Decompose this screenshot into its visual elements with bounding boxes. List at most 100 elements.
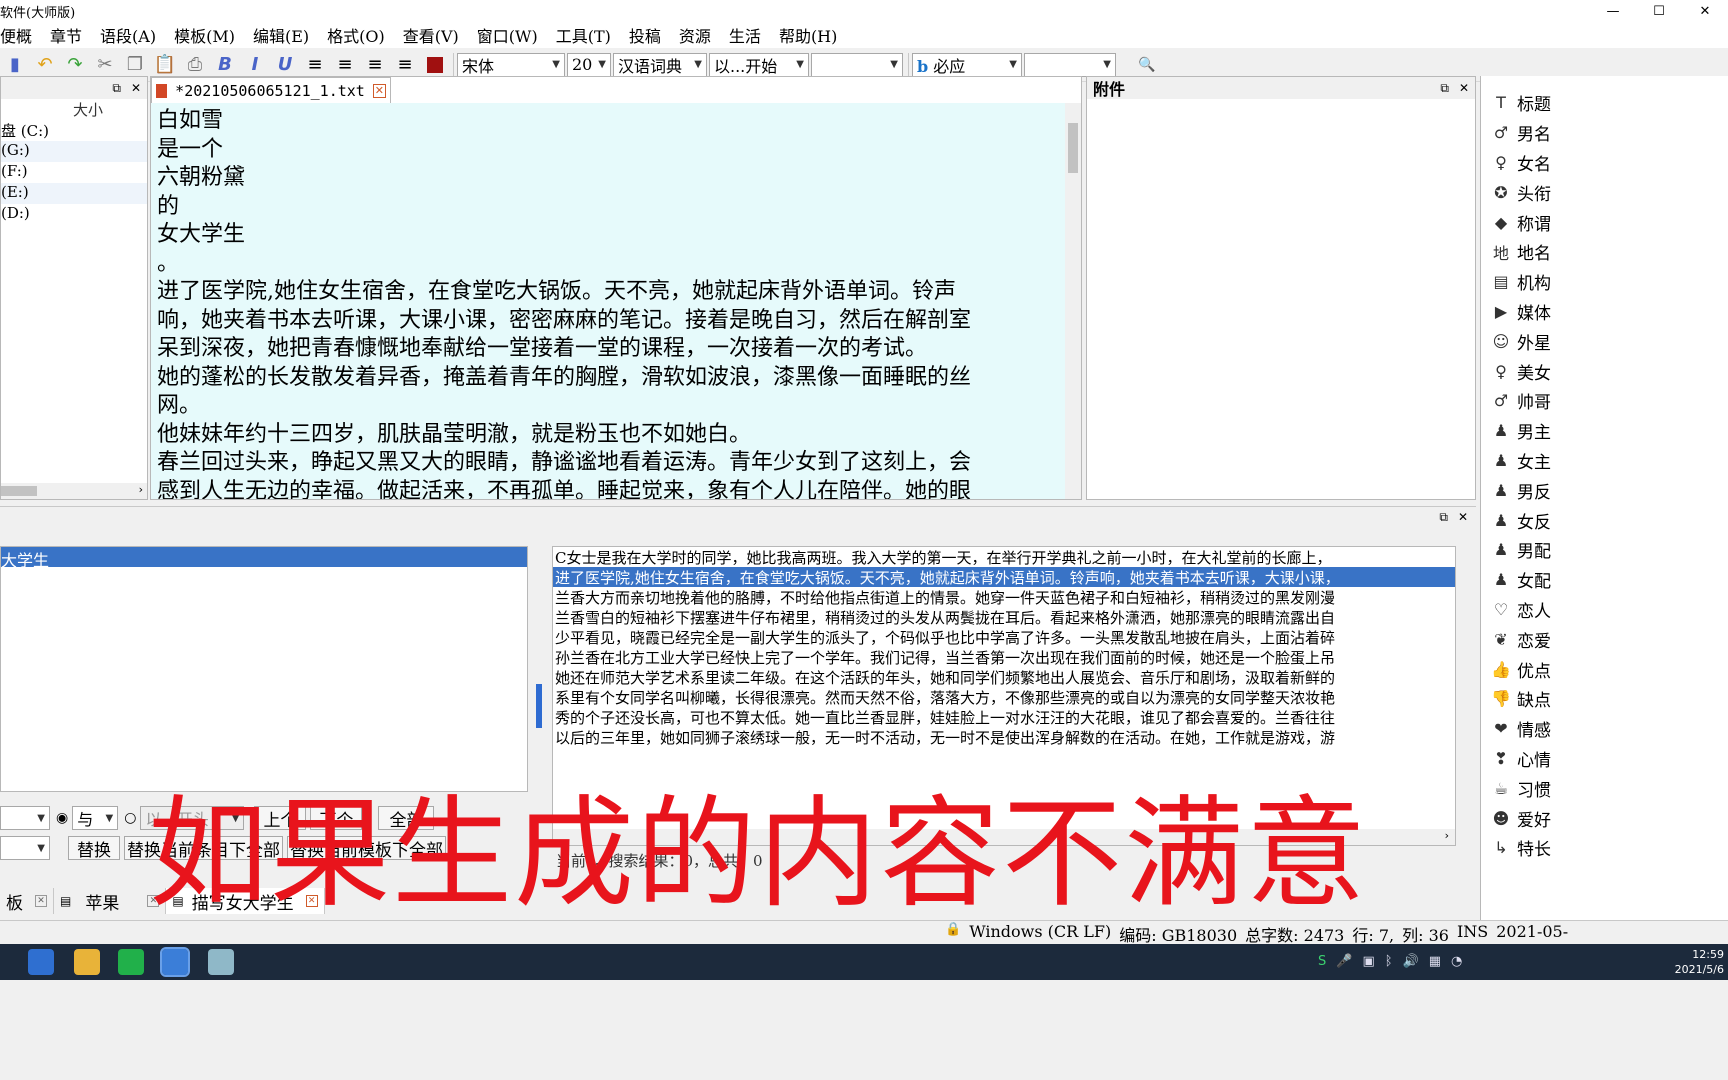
tag-item[interactable]: ❤ 情感 [1481,714,1728,744]
tag-item[interactable]: ✪ 头衔 [1481,177,1728,207]
drive-item[interactable]: (D:) [1,204,147,225]
drive-item[interactable]: 盘 (C:) [1,120,147,141]
drive-item[interactable]: (G:) [1,141,147,162]
editor-text[interactable]: 白如雪 是一个 六朝粉黛 的 女大学生 。 进了医学院,她住女生宿舍，在食堂吃大… [151,103,1065,499]
tag-item[interactable]: ♟ 男配 [1481,535,1728,565]
print-icon[interactable]: ⎙ [180,51,210,79]
horizontal-scrollbar[interactable]: › [1,483,147,499]
app-icon[interactable] [208,949,234,975]
editor-vertical-scrollbar[interactable] [1065,103,1081,499]
close-icon[interactable]: ✕ [131,81,141,96]
menu-item[interactable]: 章节 [41,23,91,47]
context-line[interactable]: 兰香大方而亲切地挽着他的胳膊，不时给他指点街道上的情景。她穿一件天蓝色裙子和白短… [553,587,1455,607]
cut-icon[interactable]: ✂ [90,51,120,79]
italic-button[interactable]: I [240,51,270,79]
text-color-icon[interactable] [420,51,450,79]
tag-item[interactable]: 地地名 [1481,237,1728,267]
tag-item[interactable]: ♟ 女主 [1481,446,1728,476]
wifi-icon[interactable]: ◔ [1451,954,1462,969]
lookup-input[interactable]: ▼ [811,52,903,77]
tag-item[interactable]: 👎 缺点 [1481,684,1728,714]
tag-item[interactable]: T 标题 [1481,88,1728,118]
save-icon[interactable]: ▮ [0,51,30,79]
tag-item[interactable]: ♟ 女反 [1481,505,1728,535]
justify-icon[interactable]: ≡ [390,51,420,79]
search-icon[interactable]: 🔍 [1132,51,1162,79]
bold-button[interactable]: B [210,51,240,79]
undo-icon[interactable]: ↶ [30,51,60,79]
menu-item[interactable]: 工具(T) [547,23,620,47]
tag-item[interactable]: ◆ 称谓 [1481,207,1728,237]
tag-item[interactable]: ☺ 外星 [1481,326,1728,356]
font-name-select[interactable]: 宋体 ▼ [457,52,565,77]
context-line-selected[interactable]: 进了医学院,她住女生宿舍，在食堂吃大锅饭。天不亮，她就起床背外语单词。铃声响，她… [553,567,1455,587]
underline-button[interactable]: U [270,51,300,79]
context-line[interactable]: 孙兰香在北方工业大学已经快上完了一个学年。我们记得，当兰香第一次出现在我们面前的… [553,647,1455,667]
maximize-icon[interactable]: ☐ [1636,0,1682,22]
doc-tab[interactable]: 板 ✕ [0,888,54,914]
tag-item[interactable]: ♂ 帅哥 [1481,386,1728,416]
context-line[interactable]: 以后的三年里，她如同狮子滚绣球一般，无一时不活动，无一时不是使出浑身解数的在活动… [553,727,1455,747]
splitter-handle[interactable] [536,684,542,728]
tag-item[interactable]: ♟ 男反 [1481,475,1728,505]
paste-icon[interactable]: 📋 [150,51,180,79]
file-explorer-icon[interactable] [74,949,100,975]
app-icon[interactable] [118,949,144,975]
context-line[interactable]: 她还在师范大学艺术系里读二年级。在这个活跃的年头，她和同学们频繁地出人展览会、音… [553,667,1455,687]
dictionary-select[interactable]: 汉语词典 ▼ [613,52,707,77]
float-icon[interactable]: ⧉ [1439,510,1448,525]
tag-item[interactable]: ♀ 美女 [1481,356,1728,386]
bluetooth-icon[interactable]: ᛒ [1385,954,1393,969]
context-line[interactable]: 秀的个子还没长高，可也不算太低。她一直比兰香显胖，娃娃脸上一对水汪汪的大花眼，谁… [553,707,1455,727]
menu-item[interactable]: 帮助(H) [770,23,846,47]
menu-item[interactable]: 查看(V) [394,23,468,47]
tag-item[interactable]: ♀ 女名 [1481,148,1728,178]
close-icon[interactable]: ✕ [1682,0,1728,22]
menu-item[interactable]: 编辑(E) [244,23,318,47]
list-item-selected[interactable]: 大学生 [1,547,527,570]
close-icon[interactable]: ✕ [1459,81,1469,96]
menu-item[interactable]: 生活 [720,23,770,47]
tag-item[interactable]: ❣ 心情 [1481,744,1728,774]
drive-item[interactable]: (F:) [1,162,147,183]
tray-app-icon[interactable]: ▦ [1429,954,1441,969]
align-right-icon[interactable]: ≡ [360,51,390,79]
tag-item[interactable]: ♂ 男名 [1481,118,1728,148]
menu-item[interactable]: 语段(A) [91,23,165,47]
close-icon[interactable]: ✕ [1458,510,1468,525]
radio-and[interactable]: ◉ [56,810,68,826]
context-line[interactable]: 兰香雪白的短袖衫下摆塞进牛仔布裙里，稍稍烫过的头发从两鬓拢在耳后。看起来格外潇洒… [553,607,1455,627]
tag-item[interactable]: ☕ 习惯 [1481,773,1728,803]
tag-item[interactable]: ♟ 女配 [1481,565,1728,595]
tag-item[interactable]: ♡ 恋人 [1481,595,1728,625]
drive-item[interactable]: (E:) [1,183,147,204]
writing-app-icon[interactable] [160,947,190,977]
radio-or[interactable]: ○ [124,810,136,826]
taskbar-clock[interactable]: 12:59 2021/5/6 [1675,947,1724,977]
tag-item[interactable]: ♟ 男主 [1481,416,1728,446]
menu-item[interactable]: 窗口(W) [468,23,547,47]
close-tab-icon[interactable]: ✕ [35,895,47,907]
app-icon[interactable] [28,949,54,975]
tag-item[interactable]: ▶ 媒体 [1481,297,1728,327]
context-line[interactable]: 少平看见，晓霞已经完全是一副大学生的派头了，个码似乎也比中学高了许多。一头黑发散… [553,627,1455,647]
context-line[interactable]: 系里有个女同学名叫柳曦，长得很漂亮。然而天然不俗，落落大方，不像那些漂亮的或自以… [553,687,1455,707]
network-icon[interactable]: ▣ [1362,954,1374,969]
microphone-icon[interactable]: 🎤 [1336,954,1352,969]
close-tab-icon[interactable]: ✕ [372,83,386,98]
search-input[interactable]: ▼ [1024,52,1116,77]
sogou-icon[interactable]: S [1318,954,1326,969]
menu-item[interactable]: 资源 [670,23,720,47]
float-icon[interactable]: ⧉ [112,81,121,96]
font-size-select[interactable]: 20 ▼ [567,52,611,77]
search-engine-select[interactable]: b 必应 ▼ [912,52,1022,77]
copy-icon[interactable]: ❐ [120,51,150,79]
tag-item[interactable]: ☻ 爱好 [1481,803,1728,833]
match-mode-select[interactable]: 以...开始 ▼ [709,52,809,77]
volume-icon[interactable]: 🔊 [1403,954,1419,969]
tag-item[interactable]: 👍 优点 [1481,654,1728,684]
logic-select[interactable]: 与 ▼ [72,806,119,830]
replace-button[interactable]: 替换 [68,836,120,861]
replace-select[interactable]: ▼ [0,836,50,860]
field-select[interactable]: ▼ [0,806,50,830]
